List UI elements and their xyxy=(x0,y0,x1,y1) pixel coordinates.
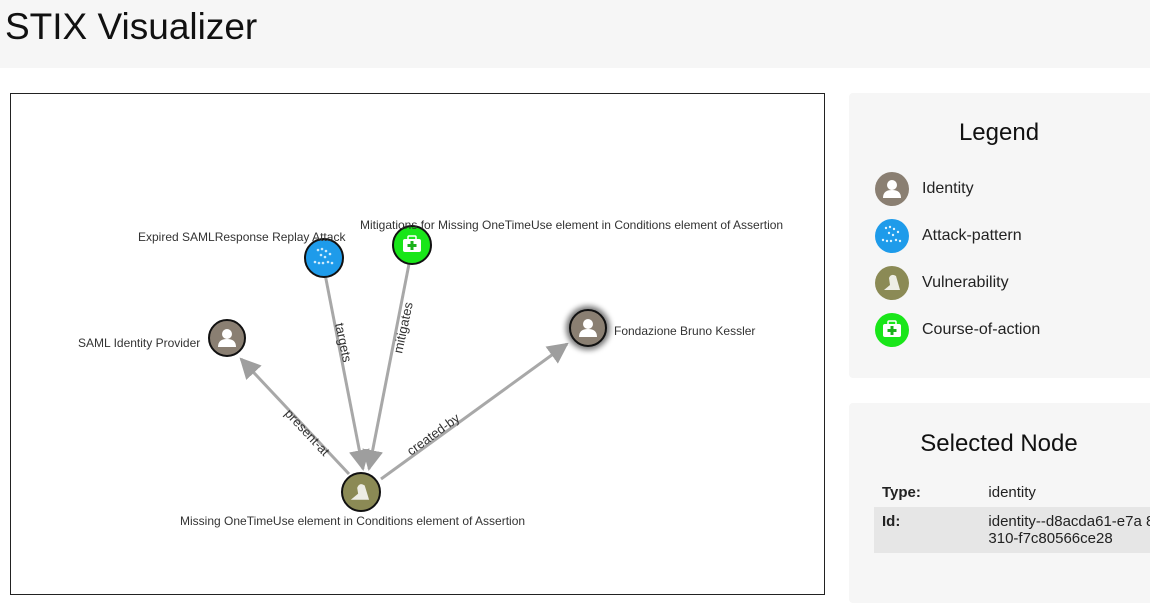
attack-pattern-icon xyxy=(875,219,909,253)
legend-item-attack-pattern: Attack-pattern xyxy=(874,218,1134,256)
legend-label-attack-pattern: Attack-pattern xyxy=(922,227,1022,244)
node-fbk-identity[interactable] xyxy=(566,306,610,350)
node-saml-identity[interactable] xyxy=(208,319,246,357)
page-title: STIX Visualizer xyxy=(5,6,258,47)
node-label-course-of-action: Mitigations for Missing OneTimeUse eleme… xyxy=(360,218,783,232)
edge-label-targets: targets xyxy=(332,322,355,364)
legend-panel: Legend Identity Attack-pattern Vulnerabi… xyxy=(849,93,1150,378)
node-label-fbk-identity: Fondazione Bruno Kessler xyxy=(614,324,755,338)
app-header: STIX Visualizer xyxy=(0,0,1150,68)
type-value: identity xyxy=(988,484,1036,501)
edge-label-mitigates: mitigates xyxy=(390,300,416,354)
graph-canvas[interactable]: targets mitigates present-at created-by … xyxy=(10,93,825,595)
legend-item-identity: Identity xyxy=(874,171,1134,209)
edge-label-present-at: present-at xyxy=(282,406,333,459)
table-row: Id: identity--d8acda61-e7a 8310-f7c80566… xyxy=(874,507,1150,553)
legend-item-vulnerability: Vulnerability xyxy=(874,265,1134,303)
node-label-saml-identity: SAML Identity Provider xyxy=(78,336,200,350)
course-of-action-icon xyxy=(875,313,909,347)
selected-node-panel: Selected Node Type: identity Id: identit… xyxy=(849,403,1150,603)
legend-title: Legend xyxy=(958,119,1040,146)
table-row: Type: identity xyxy=(874,478,1150,507)
type-key: Type: xyxy=(882,484,921,501)
legend-label-identity: Identity xyxy=(922,180,974,197)
legend-item-course-of-action: Course-of-action xyxy=(874,312,1134,350)
edge-created-by[interactable] xyxy=(380,342,569,481)
node-label-attack-pattern: Expired SAMLResponse Replay Attack xyxy=(138,230,346,244)
node-vulnerability[interactable] xyxy=(341,472,381,512)
identity-icon xyxy=(875,172,909,206)
legend-label-vulnerability: Vulnerability xyxy=(922,274,1009,291)
graph-svg[interactable]: targets mitigates present-at created-by … xyxy=(11,94,824,594)
id-value: identity--d8acda61-e7a 8310-f7c80566ce28 xyxy=(988,513,1150,547)
edge-mitigates[interactable] xyxy=(362,263,411,472)
legend-label-course-of-action: Course-of-action xyxy=(922,321,1041,338)
edge-label-created-by: created-by xyxy=(404,410,463,459)
node-label-vulnerability: Missing OneTimeUse element in Conditions… xyxy=(180,514,525,528)
selected-node-table: Type: identity Id: identity--d8acda61-e7… xyxy=(874,478,1150,553)
id-key: Id: xyxy=(882,513,901,530)
selected-node-title: Selected Node xyxy=(920,430,1078,457)
edge-targets[interactable] xyxy=(323,273,370,472)
node-attack-pattern[interactable] xyxy=(304,238,344,278)
vulnerability-icon xyxy=(875,266,909,300)
